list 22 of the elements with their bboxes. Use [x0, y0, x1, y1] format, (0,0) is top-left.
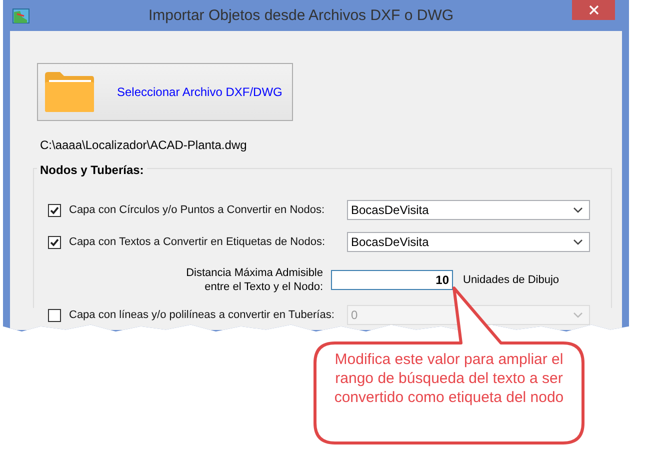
select-file-button[interactable]: Seleccionar Archivo DXF/DWG: [37, 63, 293, 121]
map-icon: [12, 8, 30, 24]
chevron-down-icon: [573, 207, 583, 213]
distance-label: Distancia Máxima Admisible entre el Texto y el Nodo:: [185, 266, 323, 294]
layer-dropdown[interactable]: BocasDeVisita: [347, 200, 590, 220]
chevron-down-icon: [573, 239, 583, 245]
checkbox[interactable]: [48, 204, 61, 216]
unit-label: Unidades de Dibujo: [463, 274, 560, 286]
window-title: Importar Objetos desde Archivos DXF o DWG: [147, 7, 455, 24]
close-icon: [588, 5, 598, 15]
checkbox[interactable]: [48, 236, 61, 248]
distance-input[interactable]: 10: [331, 270, 453, 290]
checkbox-label: Capa con Círculos y/o Puntos a Convertir en Nodos:: [69, 204, 326, 216]
folder-icon: [44, 71, 95, 113]
layer-dropdown[interactable]: BocasDeVisita: [347, 232, 590, 252]
chevron-down-icon: [573, 312, 583, 318]
group-title: Nodos y Tuberías:: [37, 163, 147, 177]
close-button[interactable]: [572, 0, 615, 20]
checkbox-label: Capa con Textos a Convertir en Etiquetas de Nodos:: [69, 236, 326, 248]
callout-text: Modifica este valor para ampliar el rango de búsqueda del texto a ser convertido como etiqueta del nodo: [334, 350, 564, 407]
checkbox-label: Capa con líneas y/o polilíneas a convertir en Tuberías:: [69, 309, 336, 321]
file-path: C:\aaaa\Localizador\ACAD-Planta.dwg: [40, 138, 248, 152]
